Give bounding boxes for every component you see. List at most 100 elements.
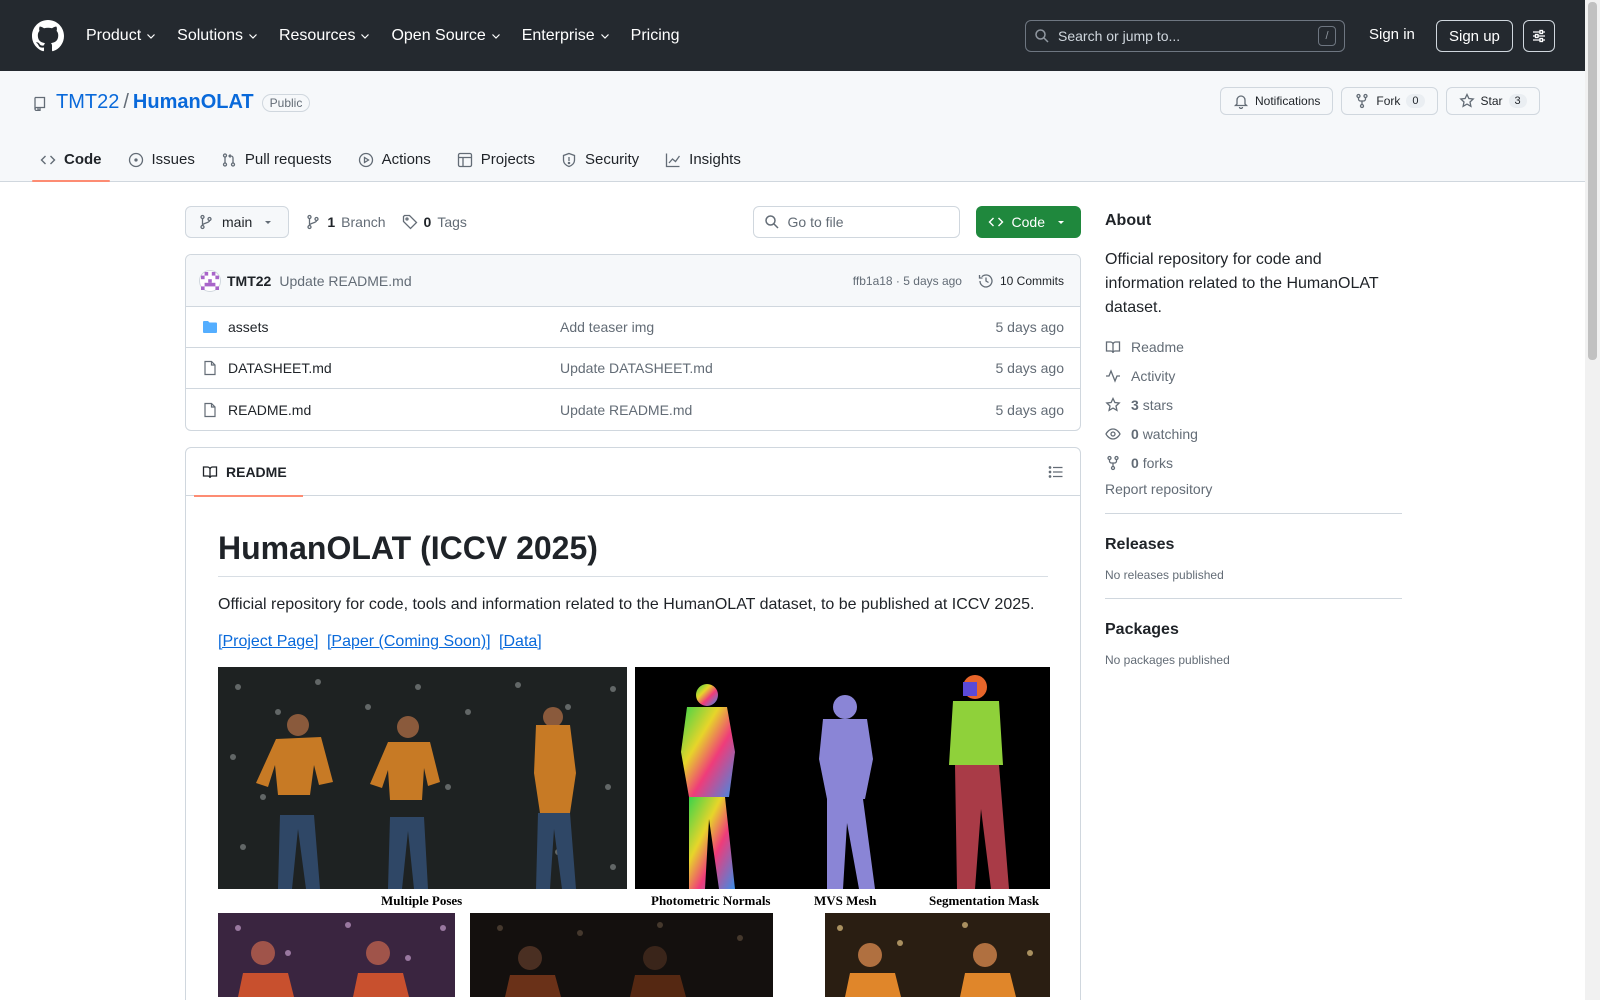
star-label: Star xyxy=(1480,94,1503,108)
sign-up-button[interactable]: Sign up xyxy=(1436,20,1513,52)
file-commit-link[interactable]: Update README.md xyxy=(560,402,996,418)
fork-button[interactable]: Fork 0 xyxy=(1341,87,1438,115)
relighting-image-3 xyxy=(825,913,1050,997)
tags-link[interactable]: 0 Tags xyxy=(402,214,467,230)
global-search-input[interactable]: Search or jump to... / xyxy=(1025,20,1345,52)
notifications-button[interactable]: Notifications xyxy=(1220,87,1334,115)
chevron-down-icon xyxy=(147,33,156,39)
github-logo-icon[interactable] xyxy=(32,19,64,52)
bell-icon xyxy=(1233,95,1249,109)
caption-segmentation-mask: Segmentation Mask xyxy=(929,893,1040,908)
nav-pricing[interactable]: Pricing xyxy=(631,27,680,45)
file-name-link[interactable]: README.md xyxy=(228,402,560,418)
tab-pull-requests-label: Pull requests xyxy=(244,151,332,168)
star-button[interactable]: Star 3 xyxy=(1445,87,1540,115)
search-shortcut-key: / xyxy=(1318,26,1336,46)
page-scrollbar[interactable] xyxy=(1585,0,1600,1000)
fork-icon xyxy=(1107,455,1119,470)
repo-name-link[interactable]: HumanOLAT xyxy=(133,91,254,114)
readme-link[interactable]: Readme xyxy=(1105,332,1402,361)
teaser-figure[interactable]: Multiple Poses Photometric Normals MVS M… xyxy=(218,667,1050,997)
caption-mvs-mesh: MVS Mesh xyxy=(814,893,877,908)
file-row[interactable]: DATASHEET.md Update DATASHEET.md 5 days … xyxy=(186,348,1080,389)
commits-history-link[interactable]: 10 Commits xyxy=(978,273,1064,289)
project-page-link[interactable]: [Project Page] xyxy=(218,633,319,650)
about-heading: About xyxy=(1105,212,1152,229)
list-icon[interactable] xyxy=(1048,464,1064,480)
fork-counter: 0 xyxy=(1406,94,1425,108)
report-repository-link[interactable]: Report repository xyxy=(1105,481,1402,497)
nav-solutions[interactable]: Solutions xyxy=(177,27,259,45)
go-to-file-input[interactable]: Go to file xyxy=(752,206,960,238)
branches-link[interactable]: 1 Branch xyxy=(305,214,386,230)
file-icon xyxy=(204,360,216,376)
tab-pull-requests[interactable]: Pull requests xyxy=(213,137,340,182)
watching-link[interactable]: 0 watching xyxy=(1105,419,1402,448)
repo-sidebar: About Official repository for code and i… xyxy=(1105,206,1402,667)
caption-multiple-poses: Multiple Poses xyxy=(381,893,463,908)
paper-link[interactable]: [Paper (Coming Soon)] xyxy=(327,633,491,650)
avatar[interactable] xyxy=(199,269,221,292)
activity-link-label: Activity xyxy=(1131,367,1176,384)
caret-down-icon xyxy=(265,221,272,224)
watching-label: watching xyxy=(1142,425,1198,442)
file-commit-link[interactable]: Update DATASHEET.md xyxy=(560,360,996,376)
file-date: 5 days ago xyxy=(995,401,1065,418)
tab-actions-label: Actions xyxy=(381,151,431,168)
book-icon xyxy=(202,465,218,478)
code-dropdown-button[interactable]: Code xyxy=(975,206,1081,238)
forks-link[interactable]: 0 forks xyxy=(1105,448,1402,477)
commit-meta[interactable]: ffb1a18 · 5 days ago xyxy=(853,274,962,288)
commit-message-link[interactable]: Update README.md xyxy=(279,273,411,289)
tag-count: 0 xyxy=(423,214,432,230)
file-commit-link[interactable]: Add teaser img xyxy=(560,319,996,335)
readme-body: HumanOLAT (ICCV 2025) Official repositor… xyxy=(186,496,1080,997)
caret-down-icon xyxy=(1058,221,1064,224)
tab-readme[interactable]: README xyxy=(194,448,303,497)
star-counter: 3 xyxy=(1508,94,1527,108)
tab-issues[interactable]: Issues xyxy=(120,137,203,182)
nav-resources[interactable]: Resources xyxy=(279,27,371,45)
rendered-outputs-image xyxy=(635,667,1050,889)
pulse-icon xyxy=(1106,368,1120,383)
nav-open-source[interactable]: Open Source xyxy=(391,27,501,45)
repo-tabs: Code Issues Pull requests Actions Projec… xyxy=(32,137,759,182)
nav-enterprise[interactable]: Enterprise xyxy=(522,27,611,45)
visibility-badge: Public xyxy=(261,93,311,112)
tab-code-label: Code xyxy=(64,151,102,168)
scrollbar-thumb[interactable] xyxy=(1588,2,1597,360)
sign-in-link[interactable]: Sign in xyxy=(1369,26,1415,43)
packages-heading[interactable]: Packages xyxy=(1105,621,1402,639)
file-name-link[interactable]: assets xyxy=(228,319,560,335)
nav-product[interactable]: Product xyxy=(86,27,157,45)
book-icon xyxy=(1105,340,1121,353)
tab-code[interactable]: Code xyxy=(32,137,110,182)
stars-link[interactable]: 3 stars xyxy=(1105,390,1402,419)
file-row[interactable]: README.md Update README.md 5 days ago xyxy=(186,389,1080,430)
header-menu-button[interactable] xyxy=(1523,20,1555,52)
file-name-link[interactable]: DATASHEET.md xyxy=(228,360,560,376)
readme-header: README xyxy=(186,448,1080,497)
data-link[interactable]: [Data] xyxy=(499,633,542,650)
readme-title: HumanOLAT (ICCV 2025) xyxy=(218,528,1048,577)
tab-insights[interactable]: Insights xyxy=(657,137,749,182)
code-button-label: Code xyxy=(1011,214,1045,230)
tab-projects[interactable]: Projects xyxy=(449,137,543,182)
top-nav: Product Solutions Resources Open Source … xyxy=(86,27,700,45)
file-row[interactable]: assets Add teaser img 5 days ago xyxy=(186,307,1080,348)
commit-author-link[interactable]: TMT22 xyxy=(227,273,271,289)
releases-heading[interactable]: Releases xyxy=(1105,536,1402,554)
branch-selector[interactable]: main xyxy=(185,206,290,238)
graph-icon xyxy=(666,153,681,167)
repo-owner-link[interactable]: TMT22 xyxy=(56,91,119,114)
search-icon xyxy=(764,215,779,229)
tab-actions[interactable]: Actions xyxy=(350,137,439,182)
notifications-label: Notifications xyxy=(1255,94,1321,108)
activity-link[interactable]: Activity xyxy=(1105,361,1402,390)
tab-issues-label: Issues xyxy=(151,151,195,168)
pull-request-icon xyxy=(222,152,236,167)
shield-icon xyxy=(562,152,576,167)
tab-security[interactable]: Security xyxy=(553,137,647,182)
repo-path-separator: / xyxy=(123,91,129,113)
tab-insights-label: Insights xyxy=(689,151,741,168)
